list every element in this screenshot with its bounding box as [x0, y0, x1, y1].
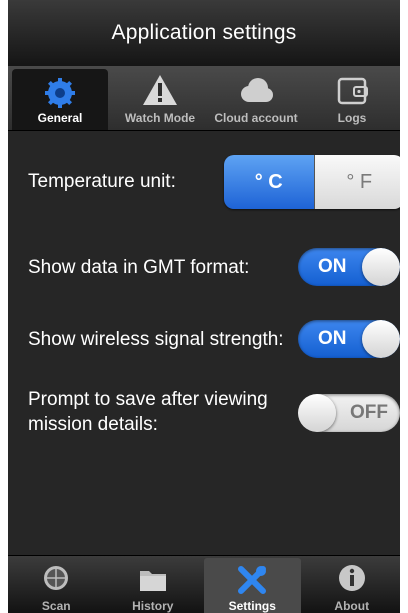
- prompt-save-label: Prompt to save after viewing mission det…: [28, 387, 268, 437]
- toggle-knob: [362, 320, 400, 358]
- prompt-save-toggle[interactable]: OFF: [298, 394, 400, 432]
- top-tab-bar: General Watch Mode Cloud account Logs: [8, 66, 400, 131]
- tab-label: Settings: [228, 599, 276, 613]
- gmt-format-label: Show data in GMT format:: [28, 257, 250, 278]
- tab-label: Scan: [41, 599, 71, 613]
- toggle-state-text: ON: [318, 328, 347, 349]
- tab-logs[interactable]: Logs: [304, 66, 400, 130]
- gmt-format-toggle[interactable]: ON: [298, 248, 400, 286]
- tab-label: Watch Mode: [124, 111, 196, 125]
- tab-label: History: [132, 599, 174, 613]
- tab-scan[interactable]: Scan: [8, 556, 105, 613]
- toggle-state-text: ON: [318, 256, 347, 277]
- tab-watch-mode[interactable]: Watch Mode: [112, 66, 208, 130]
- tab-settings[interactable]: Settings: [204, 558, 301, 613]
- toggle-knob: [362, 248, 400, 286]
- gear-icon: [45, 78, 75, 108]
- tools-icon: [238, 566, 267, 594]
- page-title: Application settings: [111, 21, 297, 44]
- wallet-icon: [337, 77, 368, 105]
- prompt-save-label-line1: Prompt to save after viewing: [28, 389, 268, 410]
- tab-general[interactable]: General: [12, 69, 108, 130]
- prompt-save-label-line2: mission details:: [28, 414, 158, 435]
- fahrenheit-option[interactable]: ° F: [314, 155, 400, 209]
- temperature-unit-label: Temperature unit:: [28, 171, 176, 192]
- tab-label: Logs: [337, 111, 367, 125]
- signal-strength-label: Show wireless signal strength:: [28, 329, 284, 350]
- title-bar: Application settings: [8, 0, 400, 66]
- celsius-option[interactable]: ° C: [224, 155, 315, 209]
- warning-icon: [143, 75, 177, 105]
- toggle-knob: [298, 394, 336, 432]
- tab-history[interactable]: History: [105, 556, 202, 613]
- tab-label: General: [37, 111, 83, 125]
- info-icon: [338, 565, 365, 591]
- tab-cloud-account[interactable]: Cloud account: [208, 66, 304, 130]
- settings-panel: Temperature unit: ° C ° F Show data in G…: [8, 131, 400, 555]
- radar-icon: [44, 566, 69, 590]
- bottom-tab-bar: Scan History Settings About: [8, 555, 400, 613]
- folder-icon: [139, 571, 166, 591]
- tab-label: Cloud account: [214, 111, 298, 125]
- settings-screen: Application settings General Watch Mode …: [8, 0, 400, 613]
- toggle-state-text: OFF: [350, 402, 388, 423]
- temperature-unit-segmented-control: ° C ° F: [224, 155, 400, 209]
- tab-label: About: [334, 599, 370, 613]
- tab-about[interactable]: About: [304, 556, 401, 613]
- cloud-icon: [241, 78, 273, 102]
- signal-strength-toggle[interactable]: ON: [298, 320, 400, 358]
